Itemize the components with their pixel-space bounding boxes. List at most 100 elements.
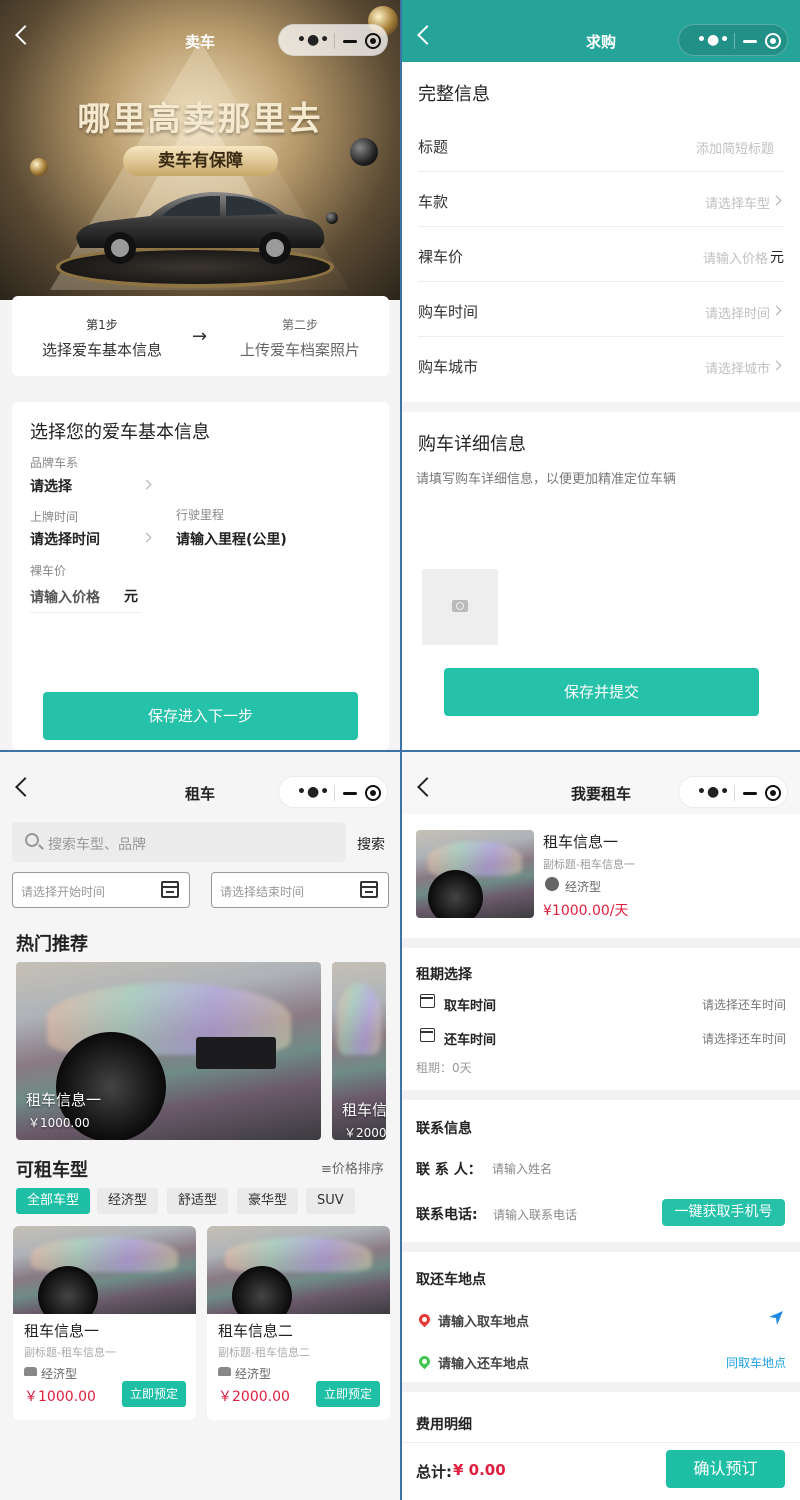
same-place-link[interactable]: 同取车地点 xyxy=(726,1354,786,1371)
nav-bar: 卖车 •●• xyxy=(0,0,400,62)
total-value: ¥ 0.00 xyxy=(453,1461,506,1479)
reg-date-label: 上牌时间 xyxy=(30,510,79,524)
car-subtitle: 副标题-租车信息一 xyxy=(24,1346,116,1359)
nav-bar: 我要租车 •●• xyxy=(402,752,800,814)
price-input[interactable]: 请输入价格 xyxy=(30,587,100,607)
car-card[interactable]: 租车信息一 副标题-租车信息一 经济型 ￥1000.00 立即预定 xyxy=(13,1226,196,1420)
rent-car-screen: 租车 •●• 搜索车型、品牌 搜索 请选择开始时间 请选择结束时间 热门推荐 租… xyxy=(0,752,400,1500)
mini-program-capsule[interactable]: •●• xyxy=(278,776,388,808)
more-icon[interactable]: •●• xyxy=(297,785,330,799)
more-icon[interactable]: •●• xyxy=(697,785,730,799)
search-button[interactable]: 搜索 xyxy=(357,834,385,854)
search-placeholder: 搜索车型、品牌 xyxy=(48,837,146,853)
car-wheel xyxy=(428,870,483,918)
arrow-right-icon: → xyxy=(192,326,208,347)
close-circle-icon[interactable] xyxy=(365,785,381,801)
step-label: 上传爱车档案照片 xyxy=(239,341,360,359)
section-title: 联系信息 xyxy=(416,1121,472,1137)
end-date-picker[interactable]: 请选择结束时间 xyxy=(211,872,389,908)
minimize-icon[interactable] xyxy=(343,40,357,43)
navigation-arrow-icon[interactable] xyxy=(768,1310,784,1326)
model-row[interactable]: 车款 请选择车型 xyxy=(418,172,784,227)
date-select[interactable]: 请选择时间 xyxy=(705,303,770,322)
section-title: 租期选择 xyxy=(416,967,472,983)
sort-icon: ≡ xyxy=(321,1162,332,1177)
minimize-icon[interactable] xyxy=(343,792,357,795)
close-circle-icon[interactable] xyxy=(365,33,381,49)
confirm-button[interactable]: 确认预订 xyxy=(666,1450,785,1488)
minimize-icon[interactable] xyxy=(743,792,757,795)
reg-date-select[interactable]: 请选择时间 xyxy=(30,529,100,549)
pickup-time-select[interactable]: 请选择还车时间 xyxy=(702,996,786,1013)
pickup-place-input[interactable]: 请输入取车地点 xyxy=(438,1311,529,1330)
search-input[interactable]: 搜索车型、品牌 xyxy=(12,822,346,862)
price-unit: 元 xyxy=(770,250,784,266)
fee-section: 费用明细 xyxy=(402,1392,800,1442)
detail-textarea[interactable]: 请填写购车详细信息，以便更加精准定位车辆 xyxy=(416,468,676,487)
tab-luxury[interactable]: 豪华型 xyxy=(237,1188,299,1214)
hot-car-card[interactable]: 租车信 ￥2000 xyxy=(332,962,386,1140)
decor-ball xyxy=(30,158,48,176)
book-button[interactable]: 立即预定 xyxy=(316,1381,380,1407)
tab-suv[interactable]: SUV xyxy=(306,1188,355,1214)
location-pin-icon xyxy=(416,1353,433,1370)
tab-comfort[interactable]: 舒适型 xyxy=(167,1188,229,1214)
capsule-divider xyxy=(734,33,735,49)
car-name: 租车信息一 xyxy=(24,1322,100,1340)
hero-badge: 卖车有保障 xyxy=(123,146,278,176)
step-number: 第二步 xyxy=(281,318,318,332)
date-row[interactable]: 购车时间 请选择时间 xyxy=(418,282,784,337)
nav-bar: 求购 •●• xyxy=(402,0,800,62)
brand-select[interactable]: 请选择 xyxy=(30,476,72,496)
photo-upload[interactable] xyxy=(422,569,498,645)
save-submit-button[interactable]: 保存并提交 xyxy=(444,668,759,716)
hot-car-card[interactable]: 租车信息一 ￥1000.00 xyxy=(16,962,321,1140)
model-select[interactable]: 请选择车型 xyxy=(705,193,770,212)
get-phone-button[interactable]: 一键获取手机号 xyxy=(662,1199,785,1226)
return-place-input[interactable]: 请输入还车地点 xyxy=(438,1353,529,1372)
more-icon[interactable]: •●• xyxy=(697,33,730,47)
contact-name-input[interactable]: 请输入姓名 xyxy=(492,1160,552,1177)
mileage-input[interactable]: 请输入里程(公里) xyxy=(176,529,287,549)
row-label: 购车城市 xyxy=(418,358,479,376)
mini-program-capsule[interactable]: •●• xyxy=(678,776,788,808)
start-date-picker[interactable]: 请选择开始时间 xyxy=(12,872,190,908)
book-button[interactable]: 立即预定 xyxy=(122,1381,186,1407)
minimize-icon[interactable] xyxy=(743,40,757,43)
tab-all[interactable]: 全部车型 xyxy=(16,1188,91,1214)
step-label: 选择爱车基本信息 xyxy=(41,341,162,359)
mini-program-capsule[interactable]: •●• xyxy=(678,24,788,56)
pickup-time-label: 取车时间 xyxy=(444,999,497,1014)
car-price: ￥1000.00 xyxy=(24,1389,96,1405)
start-date-placeholder: 请选择开始时间 xyxy=(21,885,106,899)
price-sort-button[interactable]: ≡价格排序 xyxy=(321,1158,384,1177)
price-input[interactable]: 请输入价格 xyxy=(703,248,768,267)
total-label: 总计: xyxy=(416,1463,452,1481)
close-circle-icon[interactable] xyxy=(765,33,781,49)
search-icon xyxy=(25,833,39,847)
title-row[interactable]: 标题 添加简短标题 xyxy=(418,117,784,172)
save-next-button[interactable]: 保存进入下一步 xyxy=(43,692,358,740)
capsule-divider xyxy=(734,785,735,801)
city-select[interactable]: 请选择城市 xyxy=(705,358,770,377)
calendar-icon xyxy=(420,1028,435,1042)
car-type: 经济型 xyxy=(41,1367,78,1381)
car-name: 租车信息二 xyxy=(218,1322,294,1340)
mini-program-capsule[interactable]: •●• xyxy=(278,24,388,56)
hot-car-price: ￥1000.00 xyxy=(28,1116,90,1130)
return-time-select[interactable]: 请选择还车时间 xyxy=(702,1030,786,1047)
return-time-label: 还车时间 xyxy=(444,1033,497,1048)
hero-title: 哪里高卖那里去 xyxy=(77,99,323,138)
price-row[interactable]: 裸车价 请输入价格 元 xyxy=(418,227,784,282)
tab-economy[interactable]: 经济型 xyxy=(97,1188,159,1214)
buy-request-screen: 求购 •●• 完整信息 标题 添加简短标题 车款 请选择车型 裸车价 请输入价格… xyxy=(402,0,800,750)
car-name: 租车信息一 xyxy=(543,833,619,851)
location-pin-icon xyxy=(416,1311,433,1328)
title-input[interactable]: 添加简短标题 xyxy=(696,138,774,157)
city-row[interactable]: 购车城市 请选择城市 xyxy=(418,337,784,392)
contact-phone-input[interactable]: 请输入联系电话 xyxy=(493,1206,577,1223)
close-circle-icon[interactable] xyxy=(765,785,781,801)
car-card[interactable]: 租车信息二 副标题-租车信息二 经济型 ￥2000.00 立即预定 xyxy=(207,1226,390,1420)
car-subtitle: 副标题-租车信息一 xyxy=(543,858,635,871)
more-icon[interactable]: •●• xyxy=(297,33,330,47)
